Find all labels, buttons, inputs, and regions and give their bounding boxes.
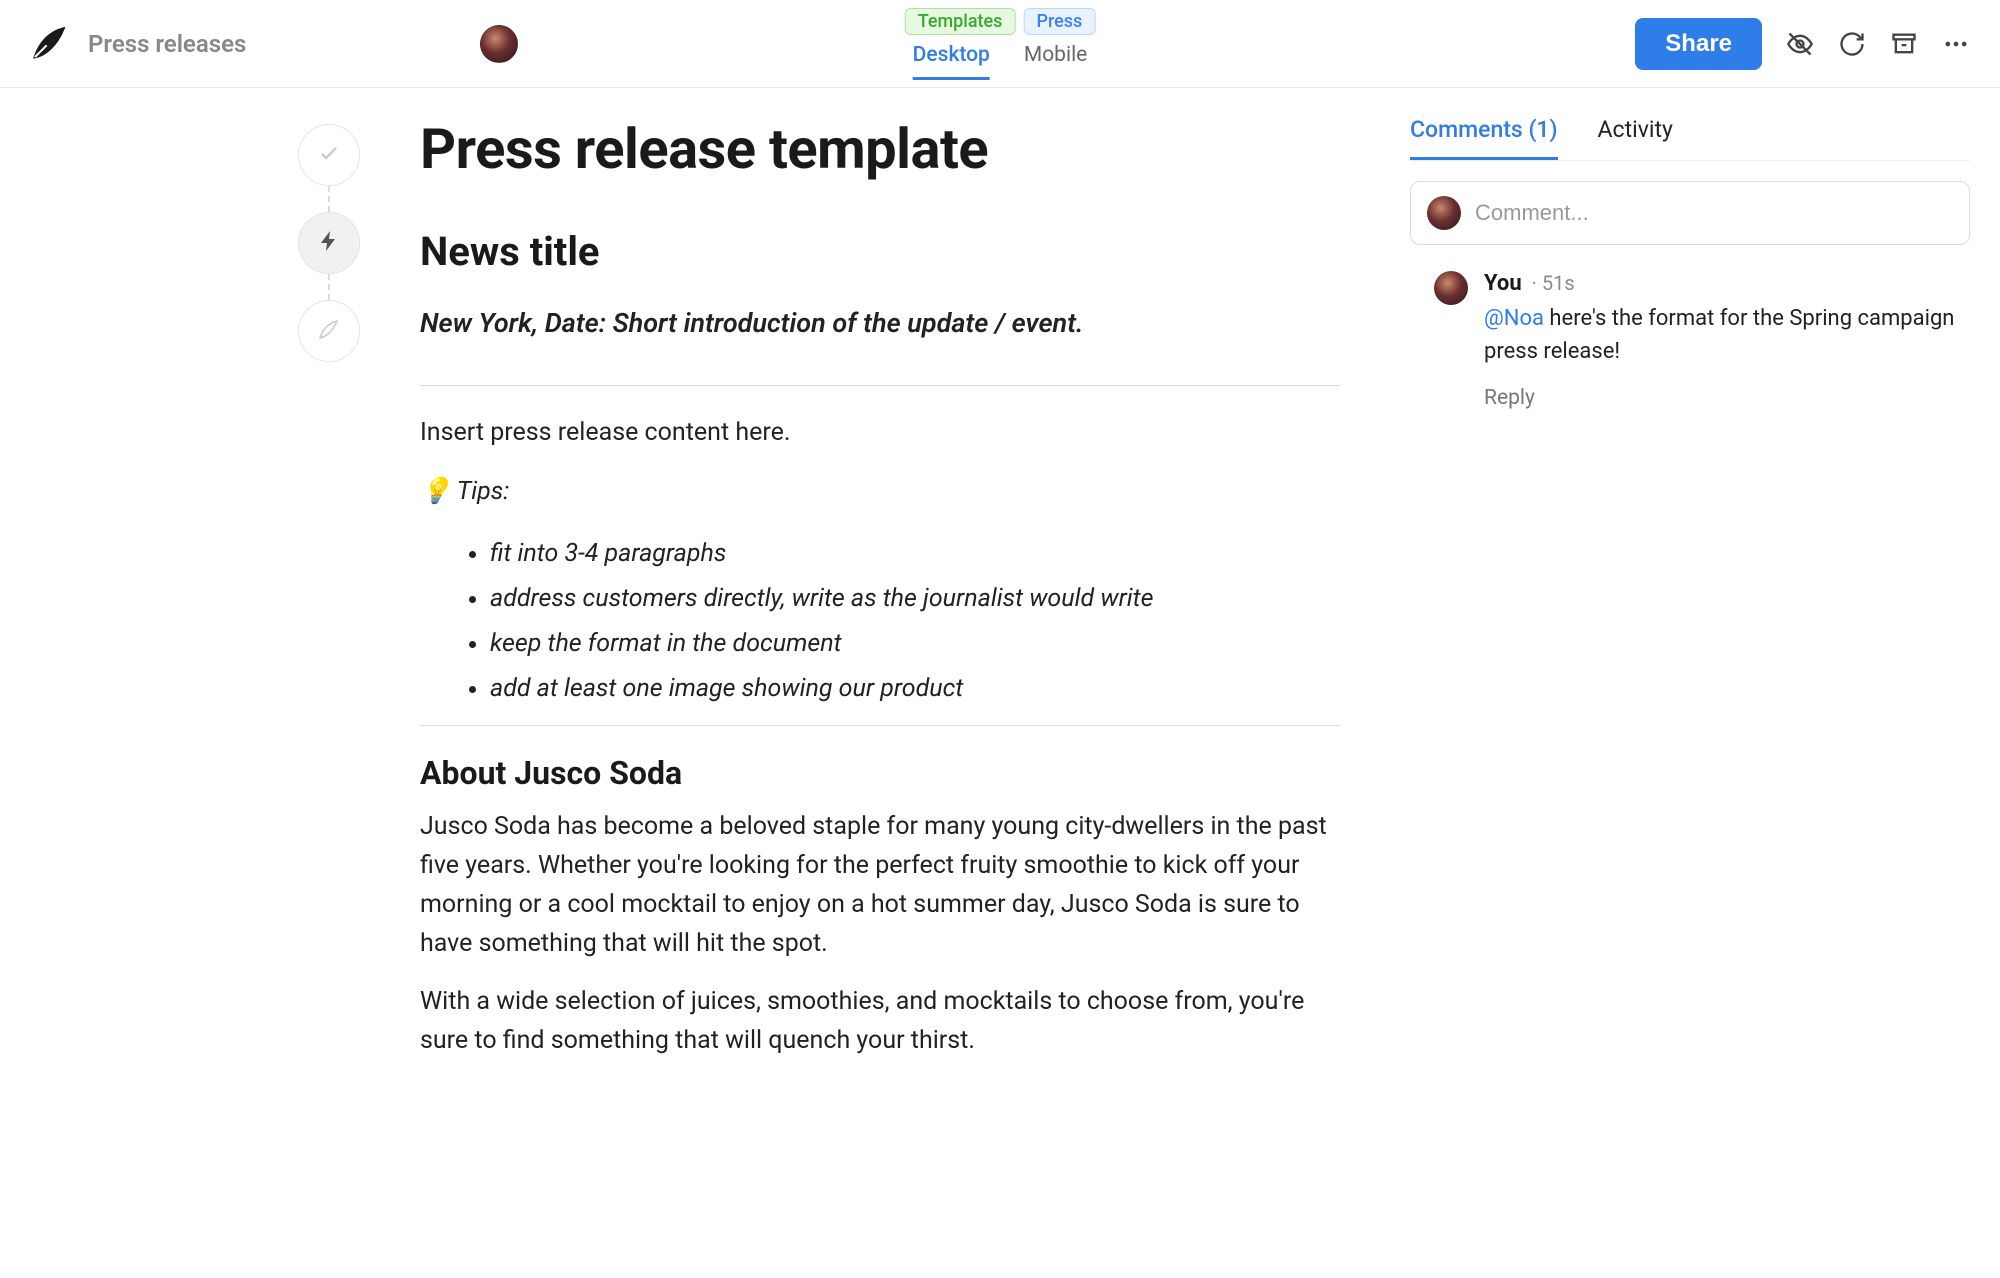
- tab-mobile[interactable]: Mobile: [1024, 43, 1087, 80]
- document: Press release template News title New Yo…: [420, 88, 1340, 1278]
- brand: Press releases: [30, 22, 246, 66]
- list-item[interactable]: address customers directly, write as the…: [490, 576, 1340, 621]
- rail-connector: [328, 274, 330, 300]
- list-item[interactable]: keep the format in the document: [490, 621, 1340, 666]
- share-button[interactable]: Share: [1635, 18, 1762, 70]
- doc-title[interactable]: Press release template: [420, 116, 1340, 182]
- divider: [420, 385, 1340, 386]
- quill-logo-icon: [30, 22, 70, 66]
- lightning-icon: [317, 229, 341, 257]
- side-panel: Comments (1) Activity You · 51s @Noa her…: [1340, 88, 2000, 1278]
- comment-text: @Noa here's the format for the Spring ca…: [1484, 302, 1960, 368]
- comment-item: You · 51s @Noa here's the format for the…: [1410, 245, 1970, 410]
- tab-desktop[interactable]: Desktop: [913, 43, 990, 80]
- content-placeholder[interactable]: Insert press release content here.: [420, 414, 1340, 453]
- visibility-off-icon[interactable]: [1786, 30, 1814, 58]
- intro-line[interactable]: New York, Date: Short introduction of th…: [420, 303, 1340, 345]
- about-heading[interactable]: About Jusco Soda: [420, 754, 1340, 792]
- tab-comments[interactable]: Comments (1): [1410, 116, 1558, 160]
- divider: [420, 725, 1340, 726]
- comment-time: · 51s: [1532, 271, 1575, 295]
- tag-press[interactable]: Press: [1023, 8, 1095, 35]
- comment-head: You · 51s: [1484, 271, 1960, 296]
- tips-label[interactable]: 💡 Tips:: [420, 473, 1340, 512]
- rail-connector: [328, 186, 330, 212]
- user-avatar[interactable]: [480, 25, 518, 63]
- list-item[interactable]: add at least one image showing our produ…: [490, 666, 1340, 711]
- more-icon[interactable]: [1942, 30, 1970, 58]
- archive-icon[interactable]: [1890, 30, 1918, 58]
- brand-text: Press releases: [88, 30, 246, 58]
- workflow-step-check[interactable]: [298, 124, 360, 186]
- avatar: [1427, 196, 1461, 230]
- reply-link[interactable]: Reply: [1484, 386, 1535, 410]
- refresh-icon[interactable]: [1838, 30, 1866, 58]
- about-paragraph[interactable]: With a wide selection of juices, smoothi…: [420, 983, 1340, 1061]
- left-rail: [0, 88, 420, 1278]
- list-item[interactable]: fit into 3-4 paragraphs: [490, 531, 1340, 576]
- about-paragraph[interactable]: Jusco Soda has become a beloved staple f…: [420, 808, 1340, 963]
- comment-text-rest: here's the format for the Spring campaig…: [1484, 306, 1954, 364]
- tag-templates[interactable]: Templates: [905, 8, 1016, 35]
- check-icon: [317, 141, 341, 169]
- panel-tabs: Comments (1) Activity: [1410, 116, 1970, 161]
- tag-row: Templates Press: [905, 8, 1096, 35]
- workflow-step-active[interactable]: [298, 212, 360, 274]
- workflow-step-quill[interactable]: [298, 300, 360, 362]
- right-actions: Share: [1635, 18, 1970, 70]
- comment-author: You: [1484, 271, 1522, 296]
- quill-icon: [317, 317, 341, 345]
- center-area: Templates Press Desktop Mobile: [905, 0, 1096, 87]
- device-tabs: Desktop Mobile: [913, 43, 1088, 80]
- section-news-title[interactable]: News title: [420, 228, 1340, 275]
- comment-input-box[interactable]: [1410, 181, 1970, 245]
- comment-input[interactable]: [1475, 200, 1953, 226]
- topbar: Press releases Templates Press Desktop M…: [0, 0, 2000, 88]
- main: Press release template News title New Yo…: [0, 88, 2000, 1278]
- tips-list: fit into 3-4 paragraphs address customer…: [420, 531, 1340, 711]
- mention[interactable]: @Noa: [1484, 306, 1544, 331]
- avatar: [1434, 271, 1468, 305]
- tab-activity[interactable]: Activity: [1598, 116, 1673, 160]
